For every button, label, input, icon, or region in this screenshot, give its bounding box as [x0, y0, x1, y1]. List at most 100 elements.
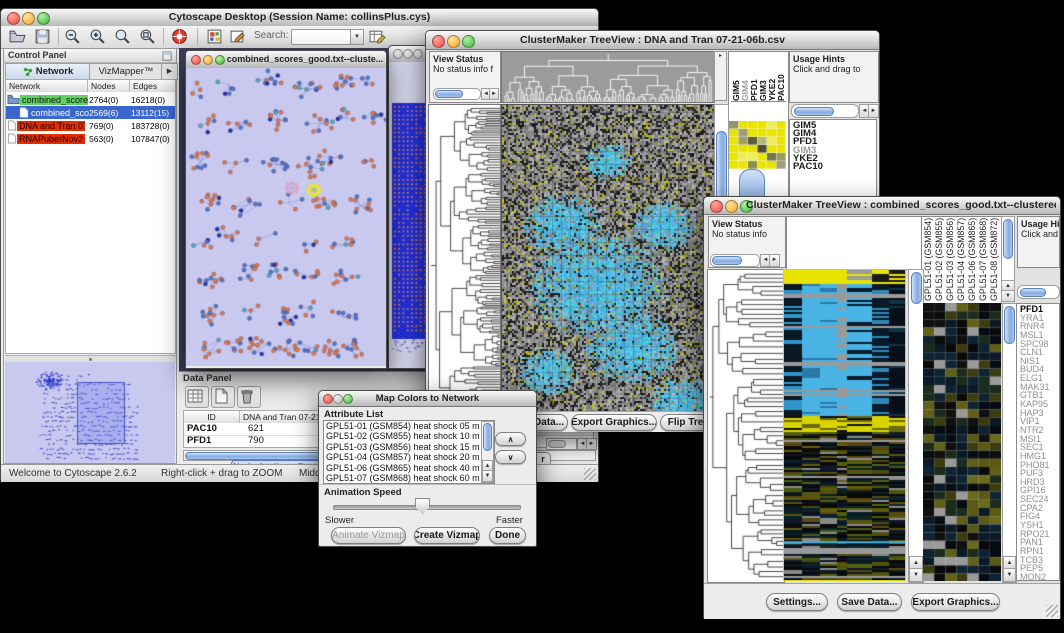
network-row-rnapuber[interactable]: RNAPuberNov2+I 563(0) 107847(0): [6, 132, 175, 145]
attribute-item[interactable]: GPL51-06 (GSM865) heat shock 40 min: [324, 463, 480, 473]
attribute-select-button[interactable]: [185, 386, 209, 408]
zoom-fit-icon[interactable]: [114, 28, 131, 45]
gene-label[interactable]: MSL1: [1020, 331, 1059, 340]
gene-label[interactable]: GPI16: [1020, 486, 1059, 495]
minimize-icon[interactable]: [403, 49, 413, 59]
main-heatmap[interactable]: [501, 104, 715, 415]
gene-label[interactable]: RPN1: [1020, 547, 1059, 556]
zoom-out-icon[interactable]: [64, 28, 81, 45]
scroll-down-icon[interactable]: ▼: [909, 568, 923, 582]
tab-overflow-button[interactable]: ▶: [161, 63, 178, 80]
annotation-icon[interactable]: [229, 28, 246, 45]
close-icon[interactable]: [710, 200, 723, 213]
gene-label[interactable]: HMG1: [1020, 452, 1059, 461]
view-status-hscrollbar[interactable]: [433, 88, 481, 100]
attr-col-id[interactable]: ID: [184, 411, 240, 423]
treeview2-title-bar[interactable]: ClusterMaker TreeView : combined_scores_…: [704, 197, 1060, 215]
zoom-in-icon[interactable]: [89, 28, 106, 45]
attribute-item[interactable]: GPL51-07 (GSM868) heat shock 60 min: [324, 473, 480, 483]
gene-label[interactable]: NIS1: [1020, 357, 1059, 366]
view-status-hscrollbar[interactable]: [710, 254, 760, 267]
delete-attribute-button[interactable]: [237, 386, 261, 408]
gene-label[interactable]: PEP5: [1020, 564, 1059, 573]
column-label[interactable]: YKE2: [767, 53, 776, 101]
attribute-item[interactable]: GPL51-01 (GSM854) heat shock 05 min: [324, 421, 480, 431]
search-dropdown-button[interactable]: ▼: [350, 29, 364, 45]
scroll-down-icon[interactable]: ▼: [1003, 568, 1016, 582]
gene-label[interactable]: SPC98: [1020, 340, 1059, 349]
done-button[interactable]: Done: [489, 527, 526, 544]
close-icon[interactable]: [191, 55, 201, 65]
close-icon[interactable]: [393, 49, 403, 59]
network-view-title-bar[interactable]: combined_scores_good.txt--cluste...: [186, 51, 386, 69]
move-down-button[interactable]: ∨: [495, 450, 526, 464]
attribute-item[interactable]: GPL51-04 (GSM857) heat shock 20 min: [324, 452, 480, 462]
gene-label[interactable]: BUD4: [1020, 365, 1059, 374]
column-header-nodes[interactable]: Nodes: [88, 80, 130, 92]
tab-network[interactable]: Network: [5, 63, 91, 80]
attribute-item[interactable]: GPL51-02 (GSM855) heat shock 10 min: [324, 431, 480, 441]
column-header-network[interactable]: Network: [6, 80, 88, 92]
zoomed-heatmap-vscrollbar[interactable]: ▲ ▼: [1002, 303, 1017, 583]
export-graphics-button[interactable]: Export Graphics...: [571, 414, 657, 431]
tab-vizmapper[interactable]: VizMapper™: [89, 63, 163, 80]
array-label[interactable]: GPL51-03 (GSM856): [945, 217, 956, 301]
create-vizmap-button[interactable]: Create Vizmap: [414, 527, 480, 544]
animate-vizmap-button[interactable]: Animate Vizmap: [331, 527, 406, 544]
gene-label[interactable]: PAC10: [793, 163, 876, 171]
float-panel-icon[interactable]: [162, 49, 173, 60]
gene-label[interactable]: SEC1: [1020, 443, 1059, 452]
export-graphics-button[interactable]: Export Graphics...: [911, 593, 1000, 611]
gene-label[interactable]: KAP95: [1020, 400, 1059, 409]
array-label[interactable]: GPL51-08 (GSM872): [989, 217, 1000, 301]
array-label[interactable]: GPL51-04 (GSM857): [956, 217, 967, 301]
column-label[interactable]: PFD1: [749, 53, 758, 101]
gene-label[interactable]: FIG4: [1020, 512, 1059, 521]
array-label[interactable]: GPL51-01 (GSM854): [923, 217, 934, 301]
save-icon[interactable]: [34, 28, 51, 45]
usage-hints-hscrollbar[interactable]: [1017, 285, 1060, 299]
gene-label[interactable]: RNR4: [1020, 322, 1059, 331]
column-dendrogram[interactable]: [501, 51, 715, 103]
gene-label[interactable]: CLN1: [1020, 348, 1059, 357]
attribute-item[interactable]: GPL51-03 (GSM856) heat shock 15 min: [324, 442, 480, 452]
dialog-title-bar[interactable]: Map Colors to Network: [319, 391, 536, 407]
gene-label[interactable]: SEC24: [1020, 495, 1059, 504]
heatmap-vscrollbar[interactable]: ▲ ▼: [908, 269, 924, 583]
scroll-down-icon[interactable]: ▼: [1001, 290, 1015, 302]
scroll-right-icon[interactable]: ►: [489, 88, 499, 100]
network-row-dna-tran[interactable]: DNA and Tran 07 769(0) 183728(0): [6, 119, 175, 132]
gene-label[interactable]: PHO81: [1020, 461, 1059, 470]
resize-grip[interactable]: [584, 468, 596, 480]
network-row-combined-sco-selected[interactable]: combined_sco 2569(6) 13112(15): [6, 106, 175, 119]
gene-label[interactable]: VIP1: [1020, 417, 1059, 426]
settings-button[interactable]: Settings...: [766, 593, 828, 611]
gene-label[interactable]: NTR2: [1020, 426, 1059, 435]
scroll-down-icon[interactable]: ▼: [482, 470, 493, 482]
gene-label[interactable]: MAK31: [1020, 383, 1059, 392]
network-row-combined-scores[interactable]: combined_scores 2764(0) 16218(0): [6, 93, 175, 106]
gene-label[interactable]: ELG1: [1020, 374, 1059, 383]
gene-label[interactable]: HAP3: [1020, 409, 1059, 418]
array-label[interactable]: GPL51-07 (GSM868): [978, 217, 989, 301]
dendrogram-scroll-strip[interactable]: ▸: [714, 51, 727, 101]
scroll-right-icon[interactable]: ►: [586, 438, 597, 450]
speed-slider-thumb[interactable]: [415, 498, 430, 514]
column-header-edges[interactable]: Edges: [130, 80, 175, 92]
zoom-selected-icon[interactable]: [139, 28, 156, 45]
minimize-icon[interactable]: [725, 200, 738, 213]
gene-label[interactable]: PAN1: [1020, 538, 1059, 547]
gene-label[interactable]: YRA1: [1020, 314, 1059, 323]
zoomed-heatmap[interactable]: [923, 303, 1001, 581]
row-dendrogram[interactable]: [428, 104, 501, 415]
attribute-listbox[interactable]: GPL51-01 (GSM854) heat shock 05 minGPL51…: [323, 420, 495, 484]
gene-label[interactable]: PUF3: [1020, 469, 1059, 478]
gene-label[interactable]: PFD1: [1020, 305, 1059, 314]
vizmap-grid-icon[interactable]: [206, 28, 223, 45]
gene-label[interactable]: YSH1: [1020, 521, 1059, 530]
treeview1-title-bar[interactable]: ClusterMaker TreeView : DNA and Tran 07-…: [426, 31, 879, 50]
column-label[interactable]: GIM3: [758, 53, 767, 101]
move-up-button[interactable]: ∧: [495, 432, 526, 446]
array-label[interactable]: GPL51-02 (GSM855): [934, 217, 945, 301]
usage-hints-hscrollbar[interactable]: [791, 104, 859, 118]
